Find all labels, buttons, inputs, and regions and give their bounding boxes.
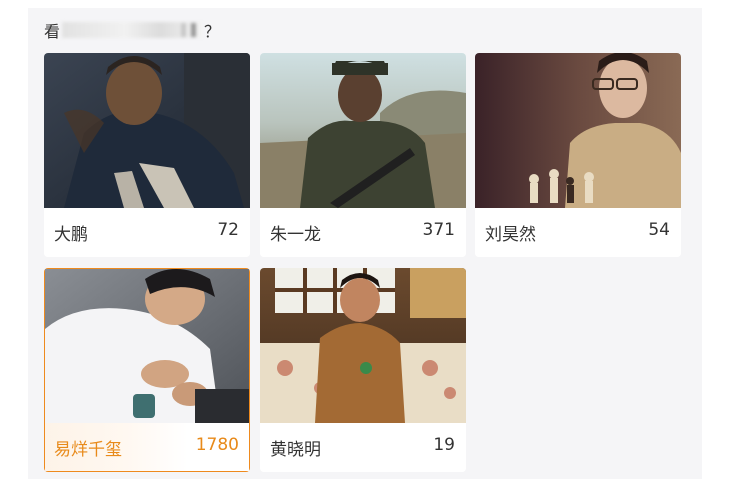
candidate-card-2[interactable]: 朱一龙 371 — [260, 53, 466, 257]
candidate-photo — [45, 269, 249, 424]
candidate-photo — [260, 268, 466, 423]
question-title: 看 ？ — [44, 18, 220, 42]
vote-count: 371 — [422, 220, 455, 240]
vote-count: 1780 — [195, 435, 239, 455]
question-prefix: 看 — [44, 22, 61, 41]
candidate-card-5[interactable]: 黄晓明 19 — [260, 268, 466, 472]
candidate-photo — [260, 53, 466, 208]
candidate-photo — [475, 53, 681, 208]
vote-count: 19 — [433, 435, 455, 455]
candidate-photo — [44, 53, 250, 208]
candidate-card-4[interactable]: 易烊千玺 1780 — [44, 268, 250, 472]
question-suffix: ？ — [204, 22, 221, 41]
vote-count: 72 — [217, 220, 239, 240]
blurred-question-text — [62, 22, 203, 38]
candidate-name: 黄晓明 — [270, 440, 321, 460]
candidate-name: 大鹏 — [54, 225, 88, 245]
candidate-name: 朱一龙 — [270, 225, 321, 245]
candidate-name: 刘昊然 — [485, 225, 536, 245]
vote-count: 54 — [648, 220, 670, 240]
candidate-card-3[interactable]: 刘昊然 54 — [475, 53, 681, 257]
candidate-name: 易烊千玺 — [54, 440, 122, 460]
candidate-card-1[interactable]: 大鹏 72 — [44, 53, 250, 257]
